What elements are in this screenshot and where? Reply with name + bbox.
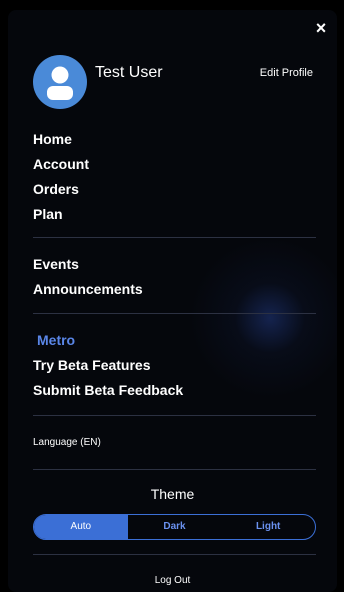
side-menu-panel: × Test User Edit Profile Home Account Or… [8,10,337,592]
nav-item-submit-beta-feedback[interactable]: Submit Beta Feedback [33,378,323,403]
nav-item-metro[interactable]: Metro [33,328,323,353]
nav-item-announcements[interactable]: Announcements [33,277,323,302]
divider [33,237,316,238]
beta-nav: Metro Try Beta Features Submit Beta Feed… [33,328,323,403]
profile-header: Test User Edit Profile [33,55,323,111]
theme-title: Theme [150,486,195,502]
user-name: Test User [95,64,163,81]
secondary-nav: Events Announcements [33,252,323,302]
nav-item-events[interactable]: Events [33,252,323,277]
logout-button[interactable]: Log Out [8,575,337,586]
primary-nav: Home Account Orders Plan [33,127,323,227]
nav-item-orders[interactable]: Orders [33,177,323,202]
theme-toggle: Auto Dark Light [33,514,316,540]
divider [33,469,316,470]
theme-option-dark[interactable]: Dark [128,515,222,539]
close-icon[interactable]: × [311,18,331,38]
theme-option-auto[interactable]: Auto [34,515,128,539]
divider [33,554,316,555]
nav-item-home[interactable]: Home [33,127,323,152]
nav-item-plan[interactable]: Plan [33,202,323,227]
divider [33,415,316,416]
theme-option-light[interactable]: Light [221,515,315,539]
divider [33,313,316,314]
nav-item-account[interactable]: Account [33,152,323,177]
language-selector[interactable]: Language (EN) [33,437,101,448]
edit-profile-link[interactable]: Edit Profile [260,67,313,79]
user-avatar-icon[interactable] [33,55,87,109]
avatar-person-icon [47,66,73,100]
nav-item-try-beta-features[interactable]: Try Beta Features [33,353,323,378]
